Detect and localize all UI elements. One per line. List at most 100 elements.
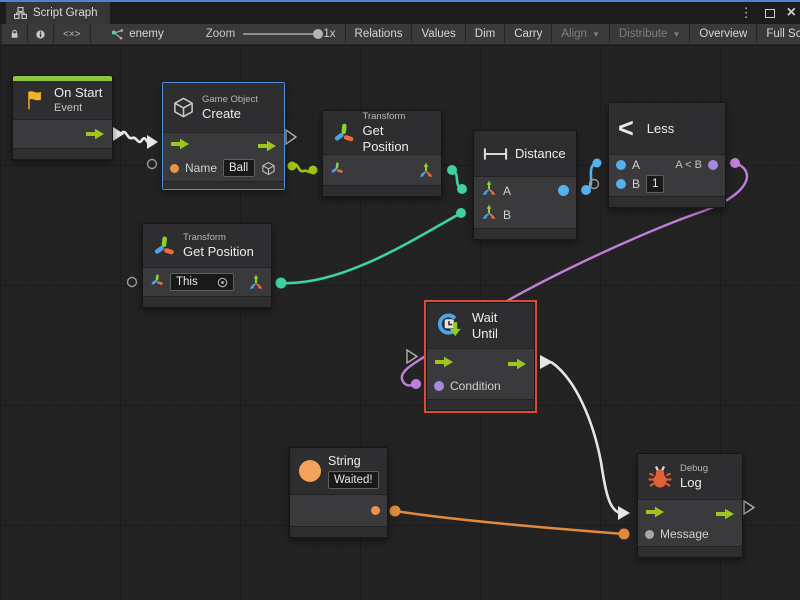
bug-icon <box>647 464 673 490</box>
flow-input-port[interactable] <box>645 505 665 523</box>
script-graph-icon <box>14 7 27 19</box>
node-footer <box>290 526 387 537</box>
flow-output-port[interactable] <box>507 358 527 370</box>
node-category: Transform <box>183 232 254 244</box>
node-get-position-1[interactable]: Transform Get Position <box>322 110 442 197</box>
node-footer <box>143 296 271 307</box>
node-title: Get Position <box>363 123 432 155</box>
toolbar-button-align[interactable]: Align ▼ <box>552 24 609 44</box>
result-label: A < B <box>675 159 702 171</box>
dropdown-icon: ▼ <box>672 30 680 39</box>
node-footer <box>474 228 576 239</box>
string-output-port[interactable] <box>371 506 380 515</box>
b-value-field[interactable]: 1 <box>646 175 664 193</box>
node-create-gameobject[interactable]: Game Object Create Name Ball <box>162 82 285 190</box>
string-icon <box>299 460 321 482</box>
less-icon: < <box>618 115 634 142</box>
name-value-field[interactable]: Ball <box>223 159 255 177</box>
vector3-output-port[interactable] <box>418 162 434 178</box>
flow-output-port[interactable] <box>257 140 277 152</box>
boolean-input-port[interactable] <box>434 381 444 391</box>
boolean-output-port[interactable] <box>708 160 718 170</box>
graph-name[interactable]: enemy <box>129 28 164 40</box>
toolbar-button-carry[interactable]: Carry <box>505 24 551 44</box>
distance-icon <box>483 147 508 161</box>
toolbar-button-overview[interactable]: Overview <box>690 24 756 44</box>
maximize-icon[interactable] <box>765 9 775 18</box>
node-footer <box>13 148 112 159</box>
flow-output-port[interactable] <box>85 128 105 140</box>
node-category: Transform <box>363 111 432 123</box>
zoom-slider[interactable] <box>243 33 319 35</box>
node-title: Create <box>202 106 258 122</box>
node-subtitle: Event <box>54 101 102 115</box>
target-object-field[interactable]: This <box>170 273 234 291</box>
vector3-output-port[interactable] <box>248 274 264 290</box>
message-input-port[interactable] <box>645 530 654 539</box>
node-footer <box>638 546 742 557</box>
zoom-slider-handle[interactable] <box>313 29 323 39</box>
node-distance[interactable]: Distance A B <box>473 130 577 240</box>
node-less[interactable]: < Less A A < B B 1 <box>608 102 726 208</box>
port-label: B <box>632 177 640 191</box>
graph-info-segment: enemy Zoom 1x <box>91 24 345 44</box>
number-input-port-a[interactable] <box>616 160 626 170</box>
transform-icon <box>152 234 176 258</box>
gameobject-type-icon <box>261 161 276 176</box>
vector3-input-port-a[interactable] <box>481 180 497 201</box>
info-icon <box>36 28 45 41</box>
transform-input-port[interactable] <box>150 273 164 292</box>
node-footer <box>163 181 284 189</box>
lock-button[interactable] <box>2 24 27 44</box>
unity-visual-scripting-window: Script Graph ⋮ × <×> <box>0 0 800 600</box>
node-string-literal[interactable]: String Waited! <box>289 447 388 538</box>
number-input-port-b[interactable] <box>616 179 626 189</box>
zoom-value: 1x <box>323 28 335 40</box>
close-icon[interactable]: × <box>787 5 796 21</box>
edit-graph-button[interactable]: <×> <box>54 24 90 44</box>
node-title: Log <box>680 475 708 491</box>
string-value-field[interactable]: Waited! <box>328 471 379 489</box>
number-output-port[interactable] <box>558 185 569 196</box>
window-menu-icon[interactable]: ⋮ <box>740 5 753 21</box>
flag-icon <box>22 88 47 112</box>
code-icon: <×> <box>63 29 81 40</box>
node-get-position-2[interactable]: Transform Get Position This <box>142 223 272 308</box>
tab-bar: Script Graph ⋮ × <box>0 2 800 24</box>
node-title: Distance <box>515 146 566 162</box>
toolbar-button-fullscreen[interactable]: Full Screen <box>757 24 800 44</box>
node-wait-until[interactable]: Wait Until Condition <box>426 302 535 411</box>
port-label: Name <box>185 161 217 175</box>
port-label: A <box>632 158 640 172</box>
toolbar-button-dim[interactable]: Dim <box>466 24 504 44</box>
cube-icon <box>172 96 195 119</box>
node-category: Debug <box>680 463 708 475</box>
toolbar-button-relations[interactable]: Relations <box>346 24 412 44</box>
dropdown-icon: ▼ <box>592 30 600 39</box>
toolbar-button-distribute[interactable]: Distribute ▼ <box>610 24 690 44</box>
port-label: Condition <box>450 379 501 393</box>
vector3-input-port-b[interactable] <box>481 204 497 225</box>
transform-icon <box>332 121 356 145</box>
tab-script-graph[interactable]: Script Graph <box>6 2 110 24</box>
flow-output-port[interactable] <box>715 508 735 520</box>
port-label: A <box>503 184 511 198</box>
node-debug-log[interactable]: Debug Log Message <box>637 453 743 558</box>
toolbar-button-values[interactable]: Values <box>412 24 464 44</box>
lock-icon <box>10 27 19 41</box>
inspect-button[interactable] <box>28 24 53 44</box>
node-footer <box>323 185 441 196</box>
transform-input-port[interactable] <box>330 161 344 180</box>
zoom-label: Zoom <box>206 28 235 40</box>
node-footer <box>609 196 725 207</box>
port-label: B <box>503 208 511 222</box>
node-title: On Start <box>54 85 102 101</box>
active-node-highlight: Wait Until Condition <box>424 300 537 413</box>
flow-input-port[interactable] <box>170 137 190 155</box>
object-picker-icon[interactable] <box>217 277 228 288</box>
node-on-start[interactable]: On Start Event <box>12 75 113 160</box>
graph-toolbar: <×> enemy Zoom 1x Relations Values Dim C… <box>0 24 800 45</box>
port-label: Message <box>660 527 709 541</box>
string-input-port[interactable] <box>170 164 179 173</box>
flow-input-port[interactable] <box>434 355 454 373</box>
